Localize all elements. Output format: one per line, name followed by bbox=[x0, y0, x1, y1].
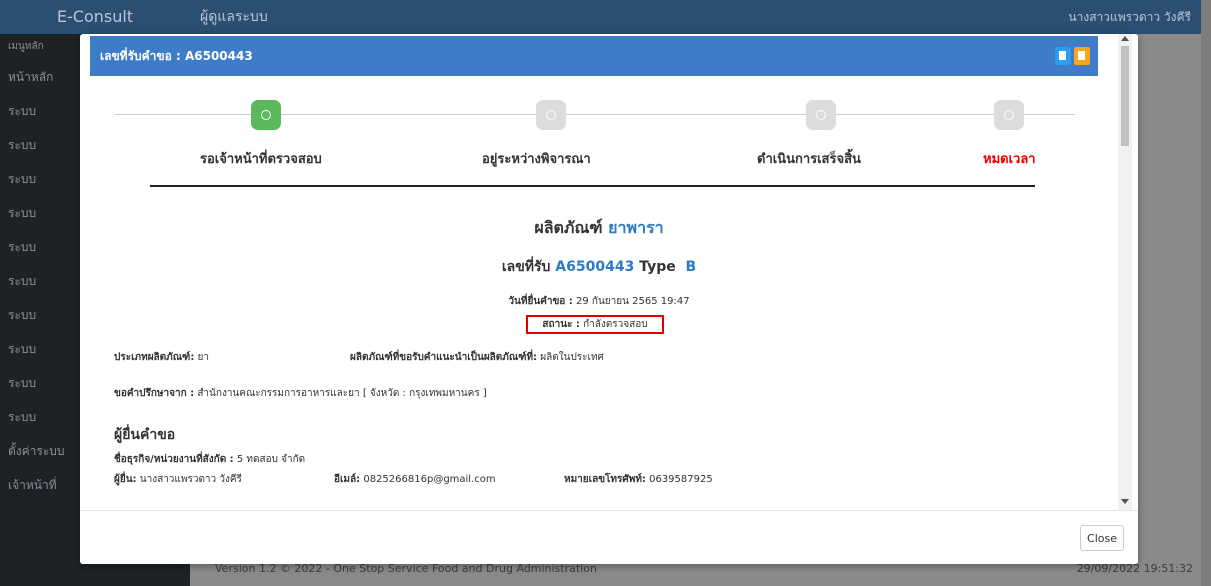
report-icon[interactable] bbox=[1074, 47, 1090, 65]
status-label: สถานะ : bbox=[542, 319, 580, 330]
request-detail-modal: เลขที่รับคำขอ : A6500443 รอเจ้าหน้าที่ตร… bbox=[80, 34, 1138, 564]
email-label: อีเมล์: bbox=[334, 474, 361, 485]
modal-body[interactable]: รอเจ้าหน้าที่ตรวจสอบ อยู่ระหว่างพิจารณา … bbox=[90, 76, 1108, 510]
applicant: นางสาวแพรวดาว วังคีรี bbox=[139, 474, 242, 485]
business-row: ชื่อธุรกิจ/หน่วยงานที่สังกัด : 5 ทดสอบ จ… bbox=[114, 452, 305, 467]
modal-title: เลขที่รับคำขอ : A6500443 bbox=[100, 49, 253, 63]
type-value: B bbox=[685, 259, 697, 275]
applicant-section-title: ผู้ยื่นคำขอ bbox=[114, 427, 176, 443]
product-heading: ผลิตภัณฑ์ ยาพารา bbox=[90, 216, 1108, 241]
product-type: ยา bbox=[197, 352, 210, 363]
consult-from-label: ขอคำปรึกษาจาก : bbox=[114, 388, 195, 399]
modal-header: เลขที่รับคำขอ : A6500443 bbox=[90, 36, 1098, 76]
app-brand[interactable]: E-Consult bbox=[0, 0, 190, 34]
product-prefix: ผลิตภัณฑ์ bbox=[534, 218, 603, 237]
top-navbar: E-Consult ผู้ดูแลระบบ นางสาวแพรวดาว วังค… bbox=[0, 0, 1211, 34]
receipt-number: A6500443 bbox=[555, 259, 635, 275]
page-scrollbar[interactable] bbox=[1201, 0, 1211, 586]
business: 5 ทดสอบ จำกัด bbox=[236, 454, 306, 465]
business-label: ชื่อธุรกิจ/หน่วยงานที่สังกัด : bbox=[114, 454, 234, 465]
close-button[interactable]: Close bbox=[1080, 525, 1124, 551]
step-1-icon bbox=[251, 100, 281, 130]
consult-from: สำนักงานคณะกรรมการอาหารและยา [ จังหวัด :… bbox=[197, 388, 487, 399]
phone-label: หมายเลขโทรศัพท์: bbox=[564, 474, 646, 485]
status-value: กำลังตรวจสอบ bbox=[583, 319, 648, 330]
step-2-label: อยู่ระหว่างพิจารณา bbox=[482, 152, 591, 167]
document-icon[interactable] bbox=[1055, 47, 1071, 65]
consult-from-row: ขอคำปรึกษาจาก : สำนักงานคณะกรรมการอาหารแ… bbox=[114, 386, 487, 401]
scroll-thumb[interactable] bbox=[1121, 46, 1129, 146]
submit-date: 29 กันยายน 2565 19:47 bbox=[575, 296, 690, 307]
user-name[interactable]: นางสาวแพรวดาว วังคีรี bbox=[1068, 0, 1191, 34]
status-badge: สถานะ : กำลังตรวจสอบ bbox=[526, 315, 664, 334]
email: 0825266816p@gmail.com bbox=[363, 474, 496, 485]
step-1-label: รอเจ้าหน้าที่ตรวจสอบ bbox=[200, 152, 322, 167]
modal-scrollbar[interactable] bbox=[1118, 34, 1132, 510]
step-4-icon bbox=[994, 100, 1024, 130]
submit-date-row: วันที่ยื่นคำขอ : 29 กันยายน 2565 19:47 bbox=[90, 294, 1108, 309]
applicant-label: ผู้ยื่น: bbox=[114, 474, 137, 485]
receipt-heading: เลขที่รับ A6500443 Type B bbox=[90, 256, 1108, 278]
modal-footer: Close bbox=[80, 510, 1138, 564]
scroll-up-icon[interactable] bbox=[1121, 36, 1129, 41]
type-label: Type bbox=[639, 259, 676, 275]
scroll-down-icon[interactable] bbox=[1121, 499, 1129, 504]
step-3-label: ดำเนินการเสร็จสิ้น bbox=[757, 152, 861, 167]
submit-date-label: วันที่ยื่นคำขอ : bbox=[508, 296, 573, 307]
menu-title[interactable]: ผู้ดูแลระบบ bbox=[200, 0, 268, 34]
product-type-label: ประเภทผลิตภัณฑ์: bbox=[114, 352, 195, 363]
email-row: อีเมล์: 0825266816p@gmail.com bbox=[334, 472, 496, 487]
applicant-row: ผู้ยื่น: นางสาวแพรวดาว วังคีรี bbox=[114, 472, 242, 487]
step-3-icon bbox=[806, 100, 836, 130]
product-type-row: ประเภทผลิตภัณฑ์: ยา bbox=[114, 350, 209, 365]
product-name: ยาพารา bbox=[608, 218, 664, 237]
phone: 0639587925 bbox=[649, 474, 713, 485]
phone-row: หมายเลขโทรศัพท์: 0639587925 bbox=[564, 472, 713, 487]
step-2-icon bbox=[536, 100, 566, 130]
receipt-prefix: เลขที่รับ bbox=[501, 259, 551, 275]
step-4-label: หมดเวลา bbox=[983, 152, 1036, 167]
advice-product: ผลิตในประเทศ bbox=[540, 352, 604, 363]
advice-product-row: ผลิตภัณฑ์ที่ขอรับคำแนะนำเป็นผลิตภัณฑ์ที่… bbox=[350, 350, 604, 365]
advice-product-label: ผลิตภัณฑ์ที่ขอรับคำแนะนำเป็นผลิตภัณฑ์ที่… bbox=[350, 352, 538, 363]
divider bbox=[150, 185, 1035, 187]
